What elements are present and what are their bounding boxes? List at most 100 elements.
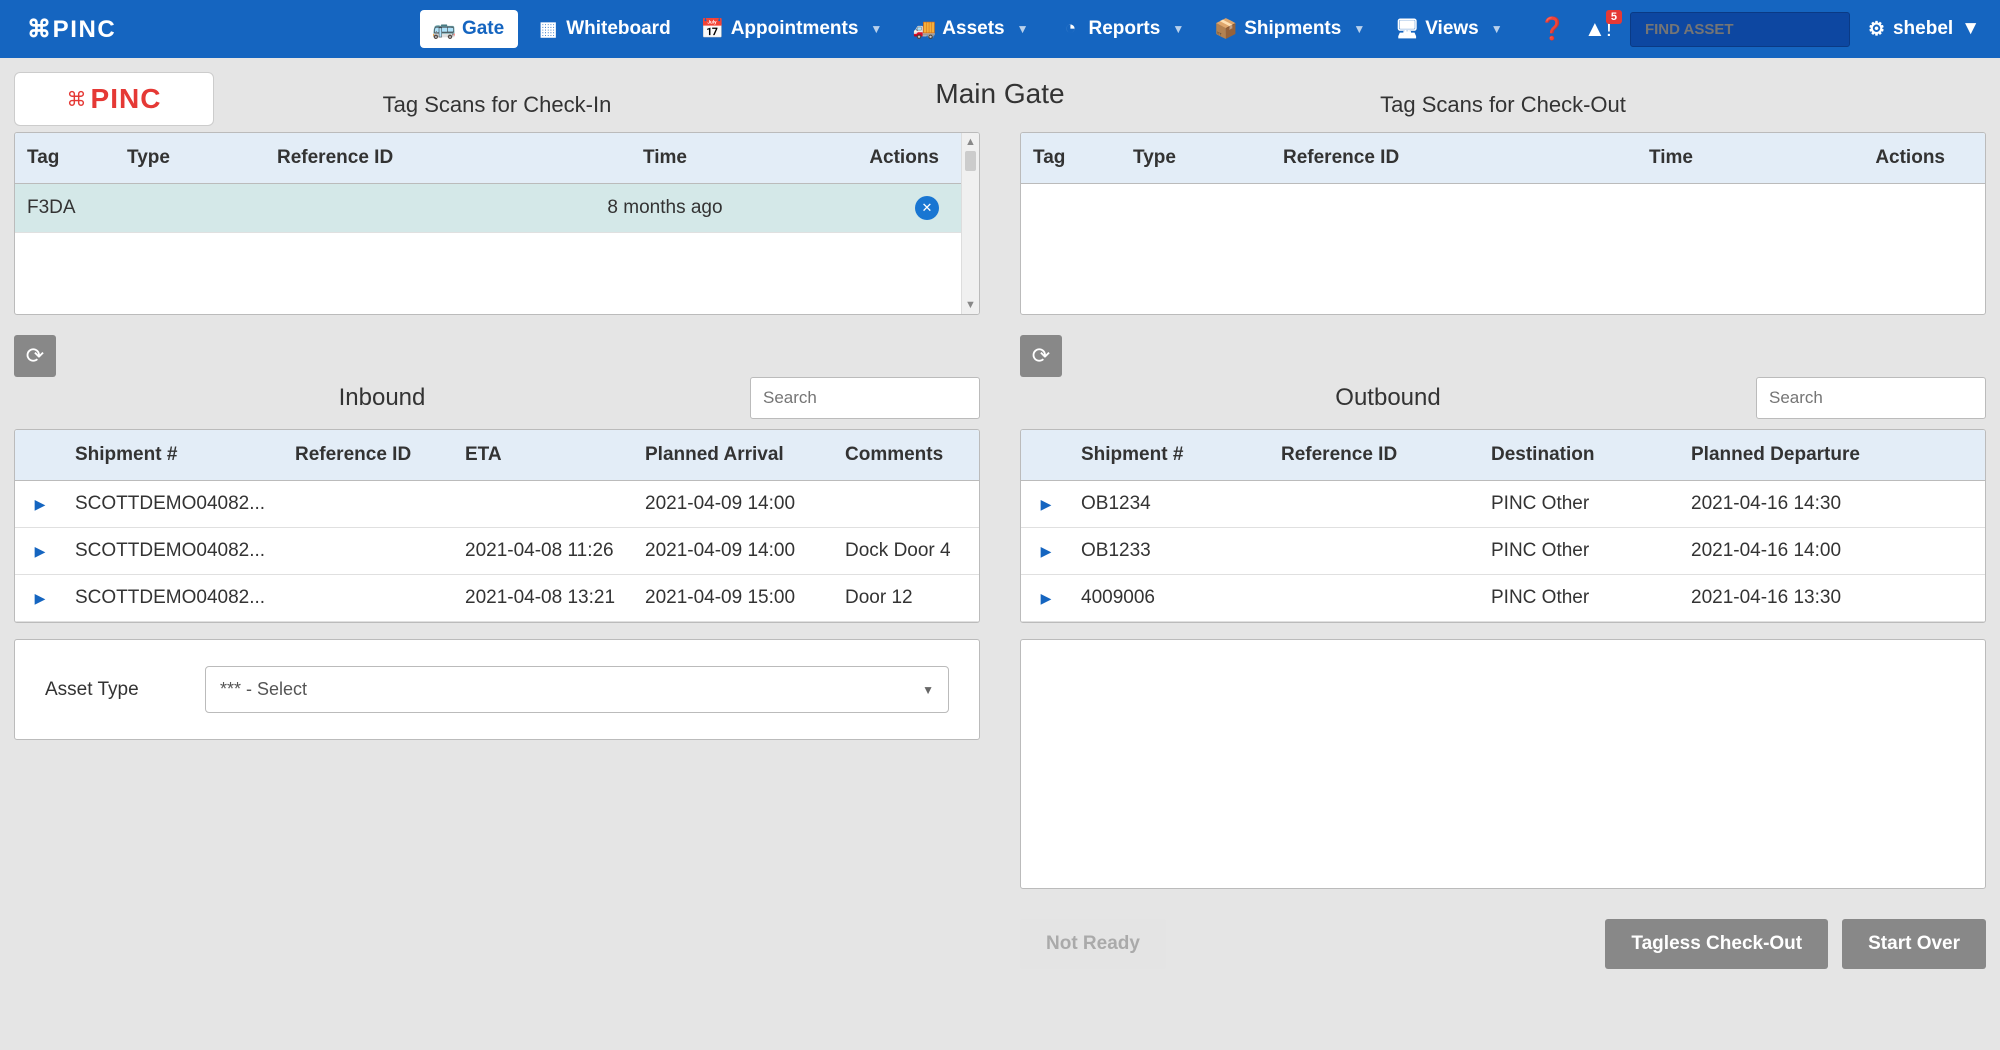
th-type: Type (115, 133, 265, 183)
nav-views[interactable]: 🖥 Views ▼ (1381, 0, 1518, 58)
lower-row: ⟳ Inbound Shipment # Reference ID ETA Pl… (14, 335, 1986, 969)
svg-text:⌘PINC: ⌘PINC (27, 16, 116, 43)
chevron-down-icon: ▼ (1017, 22, 1029, 36)
outbound-title: Outbound (1020, 384, 1756, 412)
table-row[interactable]: F3DA 8 months ago ✕ (15, 184, 979, 233)
th-tag: Tag (1021, 133, 1121, 183)
td-planned: 2021-04-16 14:30 (1681, 481, 1985, 527)
td-shipment: OB1234 (1071, 481, 1271, 527)
outbound-table-header: Shipment # Reference ID Destination Plan… (1021, 430, 1985, 481)
expand-row-button[interactable]: ▶ (15, 543, 65, 560)
expand-row-button[interactable]: ▶ (15, 590, 65, 607)
checkin-table-body: F3DA 8 months ago ✕ (15, 184, 979, 314)
checkin-table-header: Tag Type Reference ID Time Actions (15, 133, 979, 184)
expand-row-button[interactable]: ▶ (15, 496, 65, 513)
td-type (115, 196, 265, 220)
alert-badge: 5 (1606, 10, 1622, 24)
chevron-right-icon: ▶ (35, 496, 46, 513)
th-expand (1021, 430, 1071, 480)
td-shipment: SCOTTDEMO04082... (65, 575, 285, 621)
th-ref: Reference ID (265, 133, 545, 183)
asset-type-select[interactable]: *** - Select ▼ (205, 666, 949, 713)
td-planned: 2021-04-09 14:00 (635, 528, 835, 574)
top-row: ⌘ PINC Main Gate Tag Scans for Check-In … (14, 72, 1986, 315)
table-row[interactable]: ▶ 4009006 PINC Other 2021-04-16 13:30 (1021, 575, 1985, 622)
inbound-table: Shipment # Reference ID ETA Planned Arri… (14, 429, 980, 623)
expand-row-button[interactable]: ▶ (1021, 496, 1071, 513)
nav-appointments[interactable]: 📅 Appointments ▼ (687, 0, 899, 58)
app-logo: ⌘PINC (20, 13, 130, 45)
td-eta: 2021-04-08 13:21 (455, 575, 635, 621)
nav-shipments[interactable]: 📦 Shipments ▼ (1200, 0, 1381, 58)
find-asset-input[interactable] (1630, 12, 1850, 47)
outbound-search-input[interactable] (1756, 377, 1986, 419)
td-shipment: OB1233 (1071, 528, 1271, 574)
outbound-detail-panel (1020, 639, 1986, 889)
user-menu[interactable]: ⚙ shebel ▼ (1868, 18, 1980, 41)
user-name: shebel (1893, 18, 1953, 40)
checkout-table: Tag Type Reference ID Time Actions (1020, 132, 1986, 315)
brand-logo-card: ⌘ PINC (14, 72, 214, 126)
table-row[interactable]: ▶ OB1233 PINC Other 2021-04-16 14:00 (1021, 528, 1985, 575)
expand-row-button[interactable]: ▶ (1021, 590, 1071, 607)
td-dest: PINC Other (1481, 575, 1681, 621)
chevron-down-icon: ▼ (1172, 22, 1184, 36)
td-planned: 2021-04-16 13:30 (1681, 575, 1985, 621)
td-shipment: SCOTTDEMO04082... (65, 528, 285, 574)
td-ref (265, 196, 545, 220)
tagless-checkout-button[interactable]: Tagless Check-Out (1605, 919, 1828, 969)
asset-type-box: Asset Type *** - Select ▼ (14, 639, 980, 740)
td-comments: Door 12 (835, 575, 979, 621)
nav-assets[interactable]: 🚚 Assets ▼ (898, 0, 1044, 58)
outbound-table: Shipment # Reference ID Destination Plan… (1020, 429, 1986, 623)
scrollbar[interactable]: ▲ ▼ (961, 133, 979, 314)
footer-buttons: Not Ready Tagless Check-Out Start Over (1020, 919, 1986, 969)
refresh-inbound-button[interactable]: ⟳ (14, 335, 56, 377)
td-ref (1271, 586, 1481, 610)
scroll-thumb[interactable] (965, 151, 976, 171)
chevron-right-icon: ▶ (35, 590, 46, 607)
scroll-down-icon[interactable]: ▼ (962, 296, 979, 314)
chevron-down-icon: ▼ (1353, 22, 1365, 36)
th-comments: Comments (835, 430, 979, 480)
refresh-outbound-button[interactable]: ⟳ (1020, 335, 1062, 377)
td-comments: Dock Door 4 (835, 528, 979, 574)
help-button[interactable]: ❓ (1539, 16, 1566, 42)
alerts-button[interactable]: ▲! 5 (1584, 16, 1612, 42)
table-row[interactable]: ▶ OB1234 PINC Other 2021-04-16 14:30 (1021, 481, 1985, 528)
navbar: ⌘PINC 🚌 Gate ▦ Whiteboard 📅 Appointments… (0, 0, 2000, 58)
th-time: Time (545, 133, 785, 183)
td-tag: F3DA (15, 185, 115, 231)
gear-icon: ⚙ (1868, 18, 1885, 41)
chevron-down-icon: ▼ (922, 683, 934, 697)
td-comments (835, 492, 979, 516)
td-planned: 2021-04-09 14:00 (635, 481, 835, 527)
chevron-right-icon: ▶ (1041, 543, 1052, 560)
nav-reports[interactable]: ◔ Reports ▼ (1045, 0, 1201, 58)
td-ref (285, 492, 455, 516)
table-row[interactable]: ▶ SCOTTDEMO04082... 2021-04-09 14:00 (15, 481, 979, 528)
start-over-button[interactable]: Start Over (1842, 919, 1986, 969)
inbound-search-input[interactable] (750, 377, 980, 419)
asset-type-value: *** - Select (220, 679, 307, 700)
table-row[interactable]: ▶ SCOTTDEMO04082... 2021-04-08 11:26 202… (15, 528, 979, 575)
refresh-icon: ⟳ (1032, 343, 1050, 369)
nav-whiteboard[interactable]: ▦ Whiteboard (522, 0, 687, 58)
th-ref: Reference ID (1271, 430, 1481, 480)
asset-type-select-wrap: *** - Select ▼ (205, 666, 949, 713)
nav-gate[interactable]: 🚌 Gate (420, 10, 518, 48)
scroll-up-icon[interactable]: ▲ (962, 133, 979, 151)
expand-row-button[interactable]: ▶ (1021, 543, 1071, 560)
bus-icon: 🚌 (434, 19, 454, 39)
chevron-right-icon: ▶ (1041, 590, 1052, 607)
td-ref (1271, 539, 1481, 563)
page-title: Main Gate (935, 78, 1064, 110)
delete-row-button[interactable]: ✕ (915, 196, 939, 220)
td-eta: 2021-04-08 11:26 (455, 528, 635, 574)
nav-items: 🚌 Gate ▦ Whiteboard 📅 Appointments ▼ 🚚 A… (416, 0, 1980, 58)
inbound-title: Inbound (14, 384, 750, 412)
chevron-right-icon: ▶ (1041, 496, 1052, 513)
th-tag: Tag (15, 133, 115, 183)
inbound-table-header: Shipment # Reference ID ETA Planned Arri… (15, 430, 979, 481)
table-row[interactable]: ▶ SCOTTDEMO04082... 2021-04-08 13:21 202… (15, 575, 979, 622)
